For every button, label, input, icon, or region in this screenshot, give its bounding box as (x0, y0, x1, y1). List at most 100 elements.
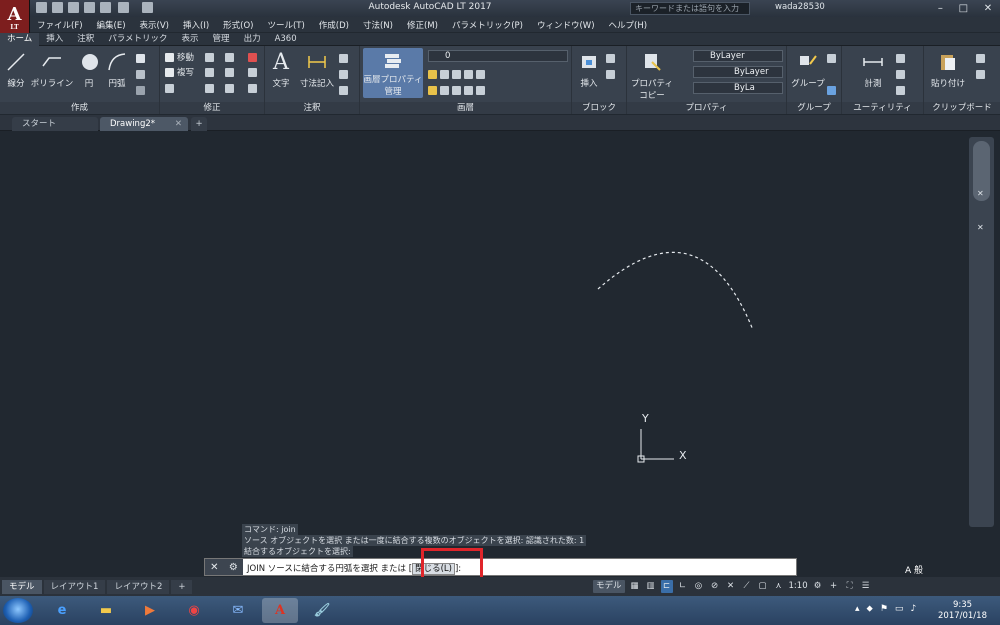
undo-icon[interactable] (118, 2, 129, 13)
media-player-icon[interactable]: ▶ (132, 598, 168, 623)
offset-icon[interactable] (248, 82, 260, 94)
snap-icon[interactable]: ▥ (645, 580, 657, 593)
layer-tools-row2[interactable] (428, 84, 488, 96)
customize-menu-icon[interactable]: ☰ (860, 580, 872, 593)
new-layout-button[interactable]: + (171, 579, 193, 594)
layer-dropdown[interactable]: 0 (428, 50, 568, 62)
thunderbird-icon[interactable]: ✉ (220, 598, 256, 623)
tab-annotate[interactable]: 注釈 (70, 33, 101, 46)
polyline-button[interactable]: ポリライン (30, 50, 74, 89)
move-button[interactable]: 移動 (165, 51, 194, 63)
clock[interactable]: 9:35 2017/01/18 (938, 600, 987, 622)
point-icon[interactable] (896, 68, 908, 80)
tab-insert[interactable]: 挿入 (39, 33, 70, 46)
text-button[interactable]: A 文字 (269, 50, 293, 90)
edit-block-icon[interactable] (606, 68, 618, 80)
copy-clip-icon[interactable] (976, 68, 988, 80)
object-snap-icon[interactable]: ✕ (725, 580, 737, 593)
hatch-icon[interactable] (136, 68, 148, 80)
boundary-icon[interactable] (136, 84, 148, 96)
plus-icon[interactable]: + (828, 580, 840, 593)
menu-dimension[interactable]: 寸法(N) (363, 19, 393, 31)
save-as-icon[interactable] (84, 2, 95, 13)
menu-edit[interactable]: 編集(E) (97, 19, 126, 31)
match-properties-button[interactable]: プロパティ コピー (630, 50, 674, 101)
circle-button[interactable]: 円 (78, 50, 100, 89)
command-customize-icon[interactable]: ⚙ (229, 562, 238, 573)
tab-start[interactable]: スタート (12, 117, 98, 131)
stretch-icon[interactable] (165, 82, 177, 94)
redo-icon[interactable] (142, 2, 153, 13)
command-line[interactable]: ✕ ⚙ JOIN ソースに結合する円弧を選択 または [閉じる(L)]: (204, 558, 797, 576)
palette-close-icon[interactable]: ✕ (977, 189, 984, 198)
menu-modify[interactable]: 修正(M) (407, 19, 438, 31)
close-tab-icon[interactable]: ✕ (175, 117, 182, 131)
arc-button[interactable]: 円弧 (104, 50, 130, 89)
measure-button[interactable]: 計測 (856, 50, 890, 89)
start-button-icon[interactable] (3, 598, 33, 623)
network-icon[interactable]: ▭ (895, 604, 904, 614)
cut-icon[interactable] (976, 52, 988, 64)
group-select-icon[interactable] (827, 84, 839, 96)
fillet-icon[interactable] (225, 66, 237, 78)
fullscreen-icon[interactable]: ⛶ (844, 580, 856, 593)
infer-constraints-icon[interactable]: ⊏ (660, 580, 673, 593)
tab-parametric[interactable]: パラメトリック (101, 33, 174, 46)
user-account[interactable]: wada28530 (775, 2, 825, 12)
linear-dimension-icon[interactable] (339, 52, 351, 64)
minimize-icon[interactable]: – (938, 3, 943, 14)
menu-draw[interactable]: 作成(D) (319, 19, 349, 31)
tab-a360[interactable]: A360 (268, 33, 304, 46)
table-icon[interactable] (339, 84, 351, 96)
palette-close-icon-2[interactable]: ✕ (977, 223, 984, 232)
application-menu-button[interactable]: A LT (0, 0, 30, 34)
ungroup-icon[interactable] (827, 52, 839, 64)
copy-button[interactable]: 複写 (165, 66, 194, 78)
menu-help[interactable]: ヘルプ(H) (609, 19, 648, 31)
calculator-icon[interactable] (896, 84, 908, 96)
group-button[interactable]: グループ (790, 50, 826, 89)
chrome-icon[interactable]: ◉ (176, 598, 212, 623)
trim-icon[interactable] (225, 51, 237, 63)
print-icon[interactable] (100, 2, 111, 13)
model-space-button[interactable]: モデル (593, 580, 625, 593)
annotation-visibility-icon[interactable]: ⋏ (773, 580, 785, 593)
array-icon[interactable] (225, 82, 237, 94)
color-dropdown[interactable]: ByLayer (693, 50, 783, 62)
selection-cycling-icon[interactable]: ▢ (757, 580, 769, 593)
menu-file[interactable]: ファイル(F) (37, 19, 83, 31)
dimension-button[interactable]: 寸法記入 (297, 50, 337, 89)
create-block-icon[interactable] (606, 52, 618, 64)
tab-layout2[interactable]: レイアウト2 (107, 579, 170, 594)
tab-layout1[interactable]: レイアウト1 (43, 579, 106, 594)
tab-drawing2[interactable]: Drawing2* ✕ (100, 117, 188, 131)
menu-insert[interactable]: 挿入(I) (183, 19, 209, 31)
ime-indicator[interactable]: A 般 (905, 563, 923, 576)
scale-button[interactable]: 1:10 (789, 580, 808, 593)
save-icon[interactable] (68, 2, 79, 13)
paint-icon[interactable]: 🖌 (304, 598, 340, 623)
insert-block-button[interactable]: 挿入 (576, 50, 602, 89)
layer-tools-row1[interactable] (428, 68, 488, 80)
tray-chevron-icon[interactable]: ▴ (855, 604, 860, 614)
maximize-icon[interactable]: □ (959, 3, 968, 14)
menu-window[interactable]: ウィンドウ(W) (537, 19, 595, 31)
linetype-dropdown[interactable]: ByLayer (693, 66, 783, 78)
open-file-icon[interactable] (52, 2, 63, 13)
menu-parametric[interactable]: パラメトリック(P) (452, 19, 523, 31)
explode-icon[interactable] (248, 66, 260, 78)
polar-icon[interactable]: ◎ (693, 580, 705, 593)
ortho-icon[interactable]: ∟ (677, 580, 689, 593)
new-file-icon[interactable] (36, 2, 47, 13)
rectangle-icon[interactable] (136, 52, 148, 64)
tab-view[interactable]: 表示 (175, 33, 206, 46)
paste-button[interactable]: 貼り付け (928, 50, 968, 89)
tab-model[interactable]: モデル (2, 579, 42, 594)
command-close-icon[interactable]: ✕ (210, 562, 218, 573)
menu-tools[interactable]: ツール(T) (267, 19, 304, 31)
menu-view[interactable]: 表示(V) (140, 19, 169, 31)
quick-calc-icon[interactable] (896, 52, 908, 64)
tab-home[interactable]: ホーム (0, 32, 40, 46)
file-explorer-icon[interactable]: ▬ (88, 598, 124, 623)
erase-icon[interactable] (248, 51, 260, 63)
